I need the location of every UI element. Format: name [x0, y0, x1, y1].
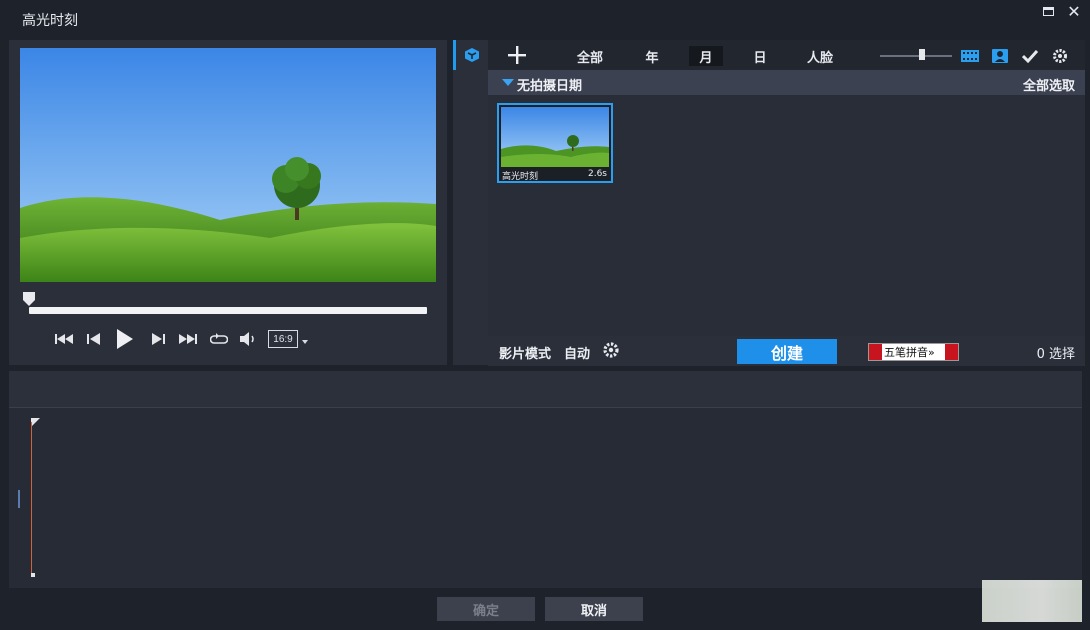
select-mode-button[interactable] [1020, 46, 1040, 66]
aspect-ratio-selector[interactable]: 16:9 [268, 330, 298, 348]
step-back-icon [87, 333, 100, 345]
timeline-track-area[interactable] [9, 407, 1082, 588]
person-icon [992, 49, 1008, 63]
thumbnail-name: 高光时刻 [502, 172, 539, 182]
ime-logo-icon [869, 344, 882, 360]
window-title: 高光时刻 [22, 13, 78, 29]
thumbnail-image [501, 107, 609, 167]
checkmark-icon [1022, 49, 1038, 63]
select-all-link[interactable]: 全部选取 [1023, 75, 1075, 94]
selection-count: 0 选择 [1036, 347, 1075, 362]
filmstrip-icon [961, 50, 979, 62]
ime-mode-text: 五笔拼音» [884, 346, 935, 359]
timeline-ruler[interactable] [9, 371, 1082, 407]
timeline-cursor-foot [31, 573, 35, 577]
blurred-overlay [982, 580, 1082, 622]
library-side-strip [453, 40, 488, 365]
view-storyboard-button[interactable] [960, 46, 980, 66]
title-bar: 高光时刻 ✕ [0, 0, 1090, 38]
view-face-button[interactable] [990, 46, 1010, 66]
cancel-button[interactable]: 取消 [545, 597, 643, 621]
group-title: 无拍摄日期 [517, 79, 583, 94]
scrub-bar[interactable] [29, 307, 427, 314]
settings-button[interactable] [1050, 46, 1070, 66]
speaker-icon [240, 332, 254, 346]
volume-button[interactable] [238, 328, 260, 350]
collapse-triangle-icon[interactable] [502, 79, 514, 86]
playback-controls: 16:9 [54, 328, 324, 350]
tab-year[interactable]: 年 [638, 46, 666, 66]
movie-mode-value[interactable]: 自动 [564, 343, 590, 362]
date-group-header[interactable]: 无拍摄日期 全部选取 [488, 70, 1085, 95]
timeline-cursor[interactable] [31, 422, 32, 577]
close-button[interactable]: ✕ [1063, 1, 1085, 21]
playhead-marker[interactable] [23, 292, 35, 306]
go-to-start-button[interactable] [54, 328, 74, 350]
track-marker [18, 490, 20, 508]
step-forward-icon [152, 333, 165, 345]
tab-all[interactable]: 全部 [570, 46, 610, 66]
repeat-icon [210, 333, 228, 344]
tab-month[interactable]: 月 [689, 46, 723, 66]
library-bottom-bar: 影片模式 自动 创建 五笔拼音» 0 选择 [488, 336, 1085, 366]
ime-status-bar[interactable]: 五笔拼音» [868, 343, 959, 361]
maximize-icon [1042, 6, 1054, 16]
preview-image [20, 48, 436, 282]
media-library-icon[interactable] [464, 47, 480, 63]
library-toolbar: 全部 年 月 日 人脸 [488, 40, 1085, 70]
side-accent [453, 40, 456, 70]
thumbnail-size-knob[interactable] [919, 49, 925, 60]
plus-icon [508, 46, 526, 64]
tab-day[interactable]: 日 [746, 46, 774, 66]
gear-icon [603, 342, 619, 358]
gear-icon [1053, 49, 1067, 63]
go-to-end-button[interactable] [178, 328, 198, 350]
skip-to-start-icon [55, 334, 73, 344]
close-icon: ✕ [1067, 1, 1081, 21]
media-grid: 高光时刻 2.6s [488, 95, 1085, 336]
thumbnail-size-slider[interactable] [880, 55, 952, 57]
media-thumbnail[interactable]: 高光时刻 2.6s [497, 103, 613, 183]
ok-button[interactable]: 确定 [437, 597, 535, 621]
skip-to-end-icon [179, 334, 197, 344]
create-button[interactable]: 创建 [737, 339, 837, 364]
maximize-button[interactable] [1037, 2, 1059, 20]
chevron-down-icon[interactable] [302, 340, 308, 344]
play-icon [117, 329, 133, 349]
repeat-button[interactable] [208, 328, 230, 350]
movie-mode-label: 影片模式 [499, 347, 552, 362]
previous-frame-button[interactable] [84, 328, 104, 350]
timeline-cursor-flag-icon[interactable] [31, 418, 40, 427]
add-media-button[interactable] [506, 44, 528, 66]
movie-mode-settings-button[interactable] [603, 342, 621, 360]
play-button[interactable] [114, 328, 136, 350]
next-frame-button[interactable] [148, 328, 168, 350]
ime-moon-icon [945, 344, 958, 360]
thumbnail-duration: 2.6s [587, 169, 607, 179]
preview-player: 16:9 [9, 40, 447, 365]
tab-faces[interactable]: 人脸 [800, 46, 840, 66]
